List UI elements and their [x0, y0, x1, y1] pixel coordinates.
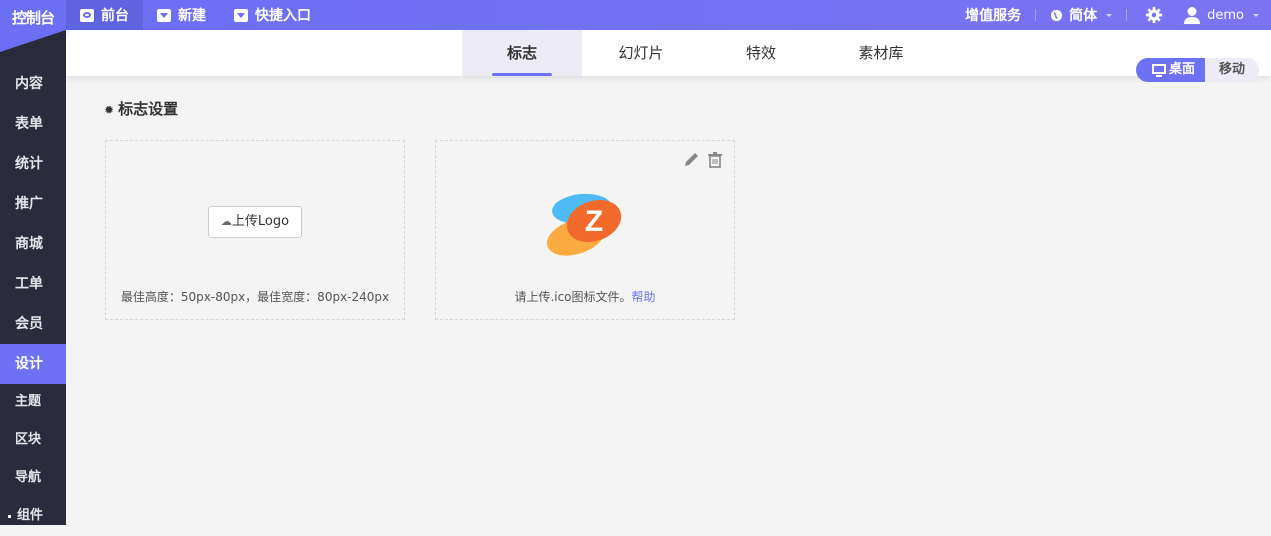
ico-hint-text: 请上传.ico图标文件。: [514, 290, 632, 304]
divider: [1035, 9, 1037, 21]
divider: [1126, 9, 1128, 21]
logo-size-hint: 最佳高度：50px-80px，最佳宽度：80px-240px: [120, 290, 390, 304]
tab-assets[interactable]: 素材库: [821, 30, 941, 76]
sidebar-item-content[interactable]: 内容: [0, 64, 66, 104]
nav-new[interactable]: 新建: [143, 0, 220, 30]
dropdown-icon: [157, 8, 171, 22]
upload-logo-button[interactable]: ☁上传Logo: [208, 206, 302, 238]
value-added-services-link[interactable]: 增值服务: [965, 5, 1021, 25]
favicon-card: Z 请上传.ico图标文件。帮助: [435, 140, 735, 320]
sidebar-item-label: 组件: [17, 508, 44, 523]
nav-label: 前台: [101, 8, 129, 24]
main-content: 标志 幻灯片 特效 素材库 桌面 移动 ✹ 标志设置 ☁上传Logo 最佳高度：5…: [66, 30, 1271, 525]
sidebar: 内容 表单 统计 推广 商城 工单 会员 设计 主题 区块 导航 组件: [0, 30, 66, 525]
caret-icon: [1253, 13, 1259, 17]
user-icon: [1184, 7, 1201, 24]
cloud-upload-icon: ☁: [220, 215, 232, 228]
language-select[interactable]: 简体: [1050, 5, 1113, 25]
eye-icon: [80, 8, 94, 22]
section-title: ✹ 标志设置: [104, 98, 178, 119]
sidebar-item-shop[interactable]: 商城: [0, 224, 66, 264]
mobile-toggle[interactable]: 移动: [1205, 58, 1259, 82]
tab-slides[interactable]: 幻灯片: [581, 30, 701, 76]
monitor-icon: [1152, 63, 1166, 77]
top-nav: 前台 新建 快捷入口: [66, 0, 325, 30]
brand-logo[interactable]: 控制台: [0, 0, 66, 30]
top-bar: 控制台 前台 新建 快捷入口 增值服务 简体 demo: [0, 0, 1271, 30]
pencil-icon[interactable]: [682, 151, 700, 169]
sidebar-item-forms[interactable]: 表单: [0, 104, 66, 144]
sidebar-subitem-blocks[interactable]: 区块: [0, 420, 66, 460]
sidebar-subitem-theme[interactable]: 主题: [0, 382, 66, 422]
favicon-letter: Z: [585, 205, 603, 238]
sidebar-subitem-components[interactable]: 组件: [0, 496, 66, 536]
tab-effects[interactable]: 特效: [701, 30, 821, 76]
section-title-text: 标志设置: [118, 100, 179, 118]
gear-bullet-icon: ✹: [104, 103, 115, 117]
dropdown-icon: [234, 8, 248, 22]
caret-icon: [1106, 13, 1113, 17]
nav-frontend[interactable]: 前台: [66, 0, 143, 30]
user-menu[interactable]: demo: [1183, 6, 1259, 24]
sidebar-subitem-navigation[interactable]: 导航: [0, 458, 66, 498]
trash-icon[interactable]: [707, 151, 723, 169]
nav-shortcuts[interactable]: 快捷入口: [220, 0, 325, 30]
logo-upload-card: ☁上传Logo 最佳高度：50px-80px，最佳宽度：80px-240px: [105, 140, 405, 320]
gear-icon[interactable]: [1145, 6, 1163, 24]
sidebar-item-design[interactable]: 设计: [0, 344, 66, 384]
sidebar-item-stats[interactable]: 统计: [0, 144, 66, 184]
upload-label: 上传Logo: [231, 214, 290, 229]
sidebar-item-members[interactable]: 会员: [0, 304, 66, 344]
ico-hint: 请上传.ico图标文件。帮助: [436, 288, 734, 305]
site-favicon-image: Z: [546, 193, 622, 256]
bullet-icon: [8, 515, 11, 518]
help-link[interactable]: 帮助: [632, 290, 656, 304]
top-right: 增值服务 简体 demo: [965, 0, 1271, 30]
tab-logo[interactable]: 标志: [462, 30, 582, 76]
globe-icon: [1051, 9, 1063, 21]
nav-label: 新建: [178, 8, 206, 24]
tab-bar: 标志 幻灯片 特效 素材库: [66, 30, 1271, 76]
sidebar-item-tickets[interactable]: 工单: [0, 264, 66, 304]
language-label: 简体: [1069, 8, 1098, 24]
desktop-label: 桌面: [1169, 62, 1196, 77]
username: demo: [1207, 7, 1244, 23]
sidebar-item-promotion[interactable]: 推广: [0, 184, 66, 224]
desktop-toggle[interactable]: 桌面: [1136, 58, 1206, 82]
nav-label: 快捷入口: [255, 8, 311, 24]
device-switch: 桌面 移动: [1136, 58, 1260, 82]
sidebar-header-decoration: [0, 30, 66, 52]
